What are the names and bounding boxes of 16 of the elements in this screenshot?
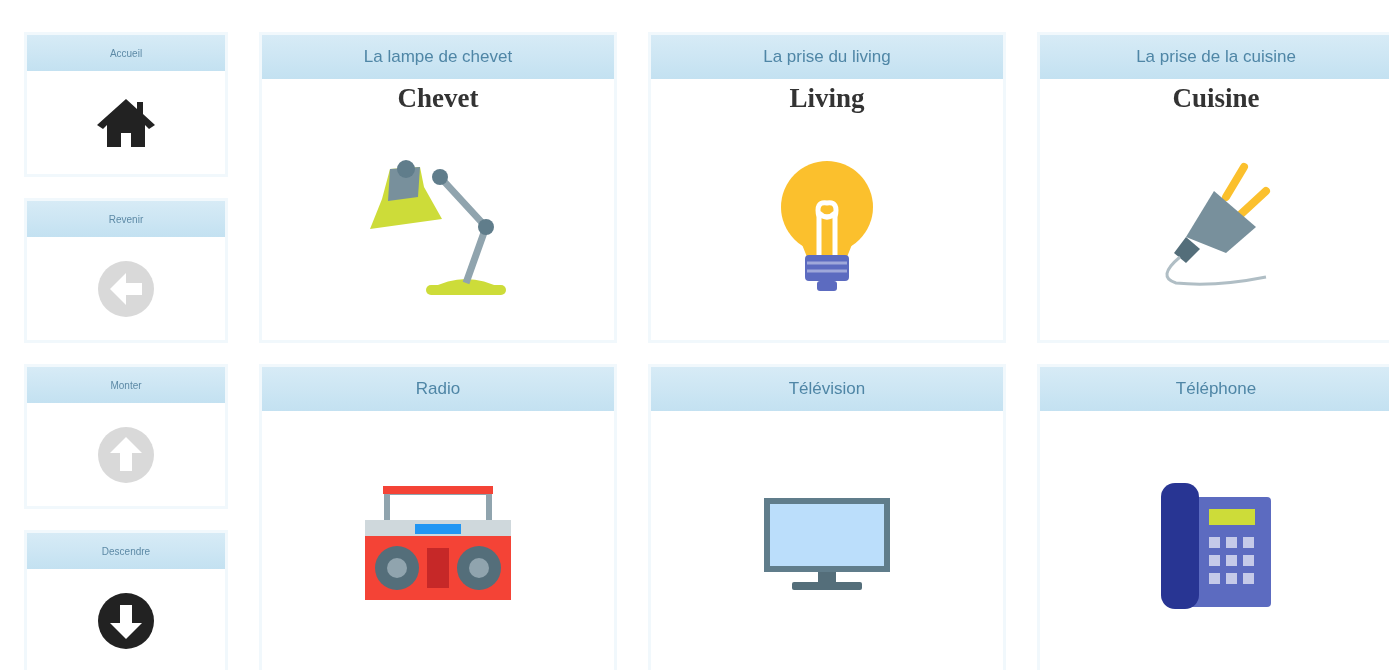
desk-lamp-icon: [368, 157, 508, 297]
tile-title: Radio: [415, 379, 461, 399]
tile-title: Télévision: [788, 379, 866, 399]
tile-subtitle: Chevet: [396, 83, 480, 114]
card-label: Revenir: [108, 213, 144, 225]
tile-title: Téléphone: [1175, 379, 1257, 399]
tile-title: La prise du living: [763, 47, 891, 67]
tile-title: La lampe de chevet: [363, 47, 513, 67]
card-label: Monter: [110, 379, 142, 391]
card-label: Accueil: [109, 47, 143, 59]
telephone-icon: [1159, 481, 1273, 611]
card-label: Descendre: [101, 545, 151, 557]
home-icon: [95, 96, 157, 149]
tile-subtitle: Living: [788, 83, 866, 114]
tile-subtitle: Cuisine: [1171, 83, 1261, 114]
tile-title: La prise de la cuisine: [1136, 47, 1296, 67]
